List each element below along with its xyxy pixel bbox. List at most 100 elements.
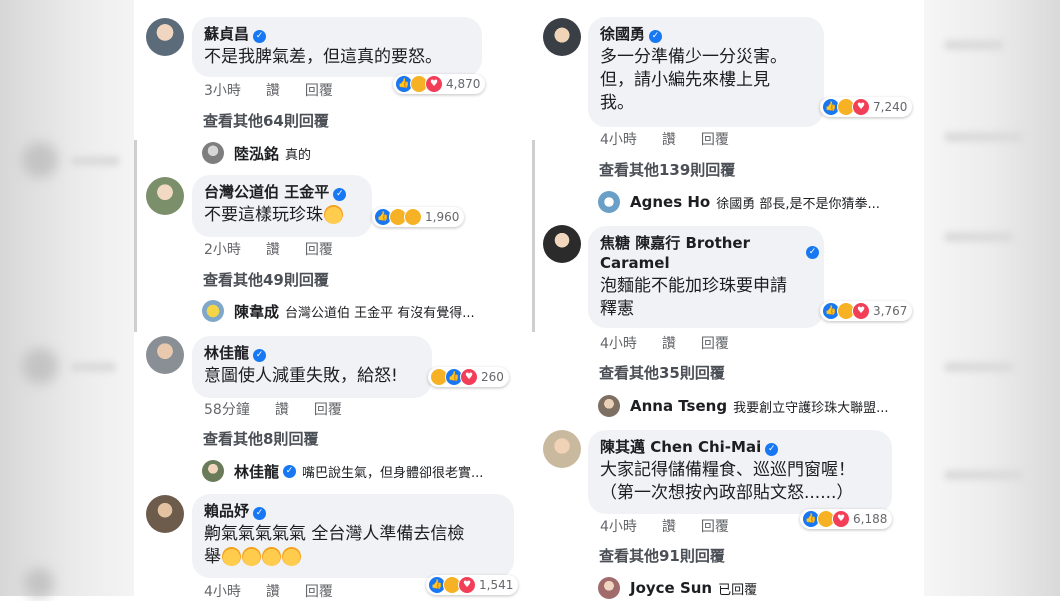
comment-text-continued: （第一次想按內政部貼文怒......） [600,483,854,503]
timestamp[interactable]: 3小時 [204,83,241,99]
like-button[interactable]: 讚 [662,519,676,535]
blurred-text [70,156,120,166]
comment-bubble: 台灣公道伯 王金平 ✓ 不要這樣玩珍珠 [192,175,372,237]
reaction-summary[interactable]: 👍 ♥ 1,541 [426,575,519,595]
reply-author[interactable]: Agnes Ho [630,193,710,211]
comment-text-continued: 釋憲 [600,299,634,319]
like-button[interactable]: 讚 [266,83,280,99]
angry-emoji-icon [262,547,281,566]
reply-author[interactable]: 林佳龍 [234,461,279,482]
comment-bubble: 徐國勇 ✓ 多一分準備少一分災害。 但，請小編先來樓上見 我。 [588,17,824,127]
reply-text: 台灣公道伯 王金平 有沒有覺得... [285,305,475,321]
commenter-name[interactable]: 台灣公道伯 王金平 [204,183,329,201]
reply-button[interactable]: 回覆 [305,242,333,258]
comment-text: 齁氣氣氣氣氣 全台灣人準備去信檢 [204,524,465,544]
reply-preview[interactable]: 陸泓銘 真的 [202,142,311,164]
reply-author[interactable]: Anna Tseng [630,397,727,415]
blurred-text [944,470,1024,480]
comment-meta: 4小時 讚 回覆 [204,581,358,601]
blurred-text [944,132,1024,142]
commenter-name[interactable]: 陳其邁 Chen Chi-Mai [600,438,761,456]
comment-text: 不是我脾氣差，但這真的要怒。 [204,47,442,67]
wow-reaction-icon [404,208,422,226]
reply-preview[interactable]: 林佳龍 ✓ 嘴巴說生氣，但身體卻很老實... [202,460,483,482]
avatar[interactable] [543,18,581,56]
scream-emoji-icon [324,205,343,224]
view-more-replies-link[interactable]: 查看其他49則回覆 [203,269,329,290]
commenter-name[interactable]: 蘇貞昌 [204,25,249,43]
view-more-replies-link[interactable]: 查看其他64則回覆 [203,110,329,131]
reply-button[interactable]: 回覆 [305,584,333,600]
like-button[interactable]: 讚 [266,584,280,600]
verified-badge-icon: ✓ [253,507,267,520]
avatar[interactable] [146,177,184,215]
reply-button[interactable]: 回覆 [701,519,729,535]
view-more-replies-link[interactable]: 查看其他91則回覆 [599,545,725,566]
avatar[interactable] [146,495,184,533]
reply-button[interactable]: 回覆 [314,402,342,418]
reply-text: 徐國勇 部長,是不是你猜拳... [716,196,880,212]
reaction-summary[interactable]: 👍 1,960 [372,207,465,227]
verified-badge-icon: ✓ [283,464,297,478]
reaction-count: 260 [481,370,504,384]
reply-text: 嘴巴說生氣，但身體卻很老實... [302,465,484,481]
verified-badge-icon: ✓ [806,246,819,259]
reply-button[interactable]: 回覆 [701,336,729,352]
verified-badge-icon: ✓ [649,30,663,43]
verified-badge-icon: ✓ [765,443,779,456]
reply-author[interactable]: 陳韋成 [234,301,279,322]
reply-author[interactable]: Joyce Sun [630,579,712,597]
blurred-text [944,362,1014,372]
commenter-name[interactable]: 賴品妤 [204,502,249,520]
reaction-summary[interactable]: 👍 ♥ 4,870 [393,74,486,94]
reaction-summary[interactable]: 👍 ♥ 7,240 [820,97,913,117]
reaction-summary[interactable]: 👍 ♥ 6,188 [800,509,893,529]
avatar[interactable] [543,225,581,263]
reply-button[interactable]: 回覆 [701,132,729,148]
like-button[interactable]: 讚 [275,402,289,418]
blurred-avatar [22,142,58,178]
timestamp[interactable]: 4小時 [600,132,637,148]
timestamp[interactable]: 4小時 [600,519,637,535]
comment-text-continued: 舉 [204,547,221,567]
like-button[interactable]: 讚 [266,242,280,258]
comment-bubble: 陳其邁 Chen Chi-Mai ✓ 大家記得儲備糧食、巡巡門窗喔！ （第一次想按… [588,430,892,514]
comment-text: 多一分準備少一分災害。 [600,47,787,67]
avatar [598,395,620,417]
view-more-replies-link[interactable]: 查看其他139則回覆 [599,159,735,180]
like-button[interactable]: 讚 [662,132,676,148]
timestamp[interactable]: 2小時 [204,242,241,258]
timestamp[interactable]: 58分鐘 [204,402,250,418]
blurred-avatar [22,348,58,384]
like-button[interactable]: 讚 [662,336,676,352]
avatar[interactable] [146,336,184,374]
view-more-replies-link[interactable]: 查看其他35則回覆 [599,362,725,383]
reply-text: 已回覆 [718,582,758,598]
reaction-summary[interactable]: 👍 ♥ 260 [428,367,509,387]
reply-preview[interactable]: Agnes Ho 徐國勇 部長,是不是你猜拳... [598,191,880,213]
avatar[interactable] [146,18,184,56]
comment-text: 大家記得儲備糧食、巡巡門窗喔！ [600,460,855,480]
verified-badge-icon: ✓ [253,30,267,43]
view-more-replies-link[interactable]: 查看其他8則回覆 [203,428,318,449]
comment-text: 不要這樣玩珍珠 [204,205,323,225]
commenter-name-continued[interactable]: Caramel [600,254,670,272]
commenter-name[interactable]: 焦糖 陳嘉行 Brother [600,233,812,253]
reply-button[interactable]: 回覆 [305,83,333,99]
blurred-text [944,232,1014,242]
timestamp[interactable]: 4小時 [600,336,637,352]
reply-preview[interactable]: Anna Tseng 我要創立守護珍珠大聯盟... [598,395,888,417]
love-reaction-icon: ♥ [852,302,870,320]
reply-preview[interactable]: 陳韋成 台灣公道伯 王金平 有沒有覺得... [202,300,475,322]
timestamp[interactable]: 4小時 [204,584,241,600]
reply-text: 真的 [285,147,312,163]
commenter-name[interactable]: 林佳龍 [204,344,249,362]
comment-meta: 58分鐘 讚 回覆 [204,399,367,419]
reply-author[interactable]: 陸泓銘 [234,143,279,164]
angry-emoji-icon [222,547,241,566]
avatar[interactable] [543,430,581,468]
reaction-count: 7,240 [873,100,908,114]
comment-text: 泡麵能不能加珍珠要申請 [600,276,787,296]
reaction-summary[interactable]: 👍 ♥ 3,767 [820,301,913,321]
commenter-name[interactable]: 徐國勇 [600,25,645,43]
